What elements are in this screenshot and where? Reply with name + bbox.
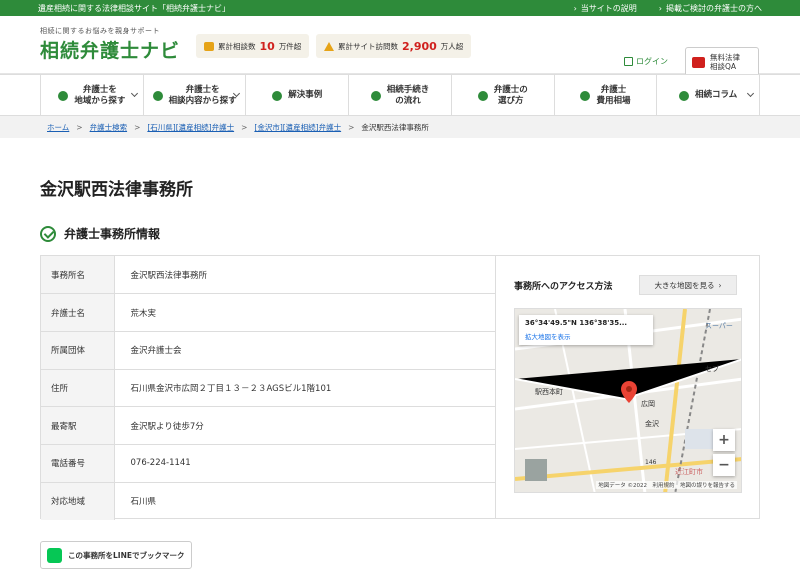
- breadcrumb: ホーム > 弁護士検索 > [石川県][遺産相続]弁護士 > [金沢市][遺産相…: [0, 116, 800, 138]
- map-label: 近江町市: [675, 468, 703, 476]
- table-row: 住所 石川県金沢市広岡２丁目１３－２３AGSビル1階101: [41, 369, 495, 408]
- table-row: 所属団体 金沢弁護士会: [41, 331, 495, 370]
- stat-visits: 累計サイト訪問数 2,900 万人超: [316, 34, 472, 58]
- lawyer-listing-link[interactable]: 掲載ご検討の弁護士の方へ: [659, 3, 762, 14]
- pen-icon: [679, 90, 690, 101]
- big-map-button[interactable]: 大きな地図を見る ›: [639, 275, 737, 295]
- map[interactable]: 36°34'49.5"N 136°38'35... 拡大地図を表示 駅西本町 広…: [514, 308, 742, 493]
- map-label: 駅西本町: [535, 388, 563, 396]
- breadcrumb-lawyer-search[interactable]: 弁護士検索: [90, 122, 128, 133]
- nav-case-studies[interactable]: 解決事例: [245, 75, 348, 116]
- yen-icon: [580, 90, 591, 101]
- map-label: セブ: [705, 365, 719, 373]
- zoom-in-button[interactable]: +: [713, 429, 735, 451]
- qa-icon: [692, 56, 705, 68]
- nav-column[interactable]: 相続コラム: [656, 75, 761, 116]
- breadcrumb-city[interactable]: [金沢市][遺産相続]弁護士: [254, 122, 341, 133]
- office-info-panel: 事務所名 金沢駅西法律事務所 弁護士名 荒木実 所属団体 金沢弁護士会 住所 石川県金沢…: [40, 255, 760, 520]
- zoom-out-button[interactable]: −: [713, 454, 735, 476]
- logo-tagline: 相続に関するお悩みを親身サポート: [40, 27, 160, 35]
- table-row: 最寄駅 金沢駅より徒歩7分: [41, 406, 495, 445]
- nav-search-by-region[interactable]: 弁護士を 地域から探す: [40, 75, 143, 116]
- login-icon: [624, 57, 633, 66]
- table-row: 電話番号 076-224-1141: [41, 444, 495, 483]
- chevron-down-icon: [233, 89, 241, 98]
- phone-number[interactable]: 076-224-1141: [114, 444, 495, 483]
- table-row: 弁護士名 荒木実: [41, 293, 495, 332]
- office-info-table: 事務所名 金沢駅西法律事務所 弁護士名 荒木実 所属団体 金沢弁護士会 住所 石川県金沢…: [41, 256, 495, 520]
- enlarge-map-link[interactable]: 拡大地図を表示: [525, 331, 647, 341]
- map-label: 広岡: [641, 400, 655, 408]
- coordinates: 36°34'49.5"N 136°38'35...: [525, 319, 628, 327]
- free-qa-button[interactable]: 無料法律 相談QA: [685, 47, 759, 77]
- stat-consultations: 累計相談数 10 万件超: [196, 34, 310, 58]
- section-title: 弁護士事務所情報: [40, 225, 160, 242]
- line-icon: [47, 547, 62, 563]
- chevron-down-icon: [130, 89, 138, 98]
- access-section: 事務所へのアクセス方法 大きな地図を見る › 36°34'49.5"N 136°…: [495, 256, 759, 518]
- map-label: スーパー: [705, 322, 733, 330]
- map-label: 146: [645, 459, 657, 466]
- chevron-right-icon: ›: [718, 280, 722, 290]
- chat-bubble-icon: [204, 41, 214, 51]
- cursor-icon: [324, 41, 334, 51]
- breadcrumb-prefecture[interactable]: [石川県][遺産相続]弁護士: [147, 122, 234, 133]
- breadcrumb-home[interactable]: ホーム: [47, 122, 69, 133]
- nav-fees[interactable]: 弁護士 費用相場: [553, 75, 657, 116]
- chat-icon: [152, 90, 163, 101]
- bulb-icon: [272, 90, 283, 101]
- page-title: 金沢駅西法律事務所: [40, 180, 193, 200]
- table-row: 事務所名 金沢駅西法律事務所: [41, 256, 495, 295]
- top-bar: 遺産相続に関する法律相談サイト「相続弁護士ナビ」 当サイトの説明 掲載ご検討の弁…: [0, 0, 800, 16]
- main-nav: 弁護士を 地域から探す 弁護士を 相談内容から探す 解決事例 相続手続き の流れ 弁護…: [0, 74, 800, 116]
- check-circle-icon: [40, 225, 56, 242]
- access-title: 事務所へのアクセス方法: [514, 282, 613, 292]
- map-pin-icon[interactable]: [621, 381, 637, 403]
- breadcrumb-current: 金沢駅西法律事務所: [361, 122, 429, 132]
- nav-search-by-topic[interactable]: 弁護士を 相談内容から探す: [142, 75, 246, 116]
- search-icon: [477, 90, 488, 101]
- table-row: 対応地域 石川県: [41, 482, 495, 520]
- pencil-doc-icon: [370, 90, 381, 101]
- line-bookmark-button[interactable]: この事務所をLINEでブックマーク: [40, 541, 192, 569]
- top-links: 当サイトの説明 掲載ご検討の弁護士の方へ: [574, 3, 762, 14]
- site-logo[interactable]: 相続弁護士ナビ: [40, 36, 180, 63]
- chevron-down-icon: [746, 89, 755, 98]
- about-site-link[interactable]: 当サイトの説明: [574, 3, 637, 14]
- header: 相続に関するお悩みを親身サポート 相続弁護士ナビ 累計相談数 10 万件超 累計…: [0, 16, 800, 77]
- nav-how-to-choose[interactable]: 弁護士の 選び方: [450, 75, 554, 116]
- site-description: 遺産相続に関する法律相談サイト「相続弁護士ナビ」: [38, 3, 230, 13]
- map-info-card: 36°34'49.5"N 136°38'35... 拡大地図を表示: [519, 315, 653, 345]
- map-attribution: 地図データ ©2022 利用規約 地図の誤りを報告する: [596, 481, 737, 489]
- login-link[interactable]: ログイン: [624, 56, 668, 67]
- map-label: 金沢: [645, 420, 659, 428]
- map-pin-icon: [58, 90, 69, 101]
- nav-procedure-flow[interactable]: 相続手続き の流れ: [348, 75, 451, 116]
